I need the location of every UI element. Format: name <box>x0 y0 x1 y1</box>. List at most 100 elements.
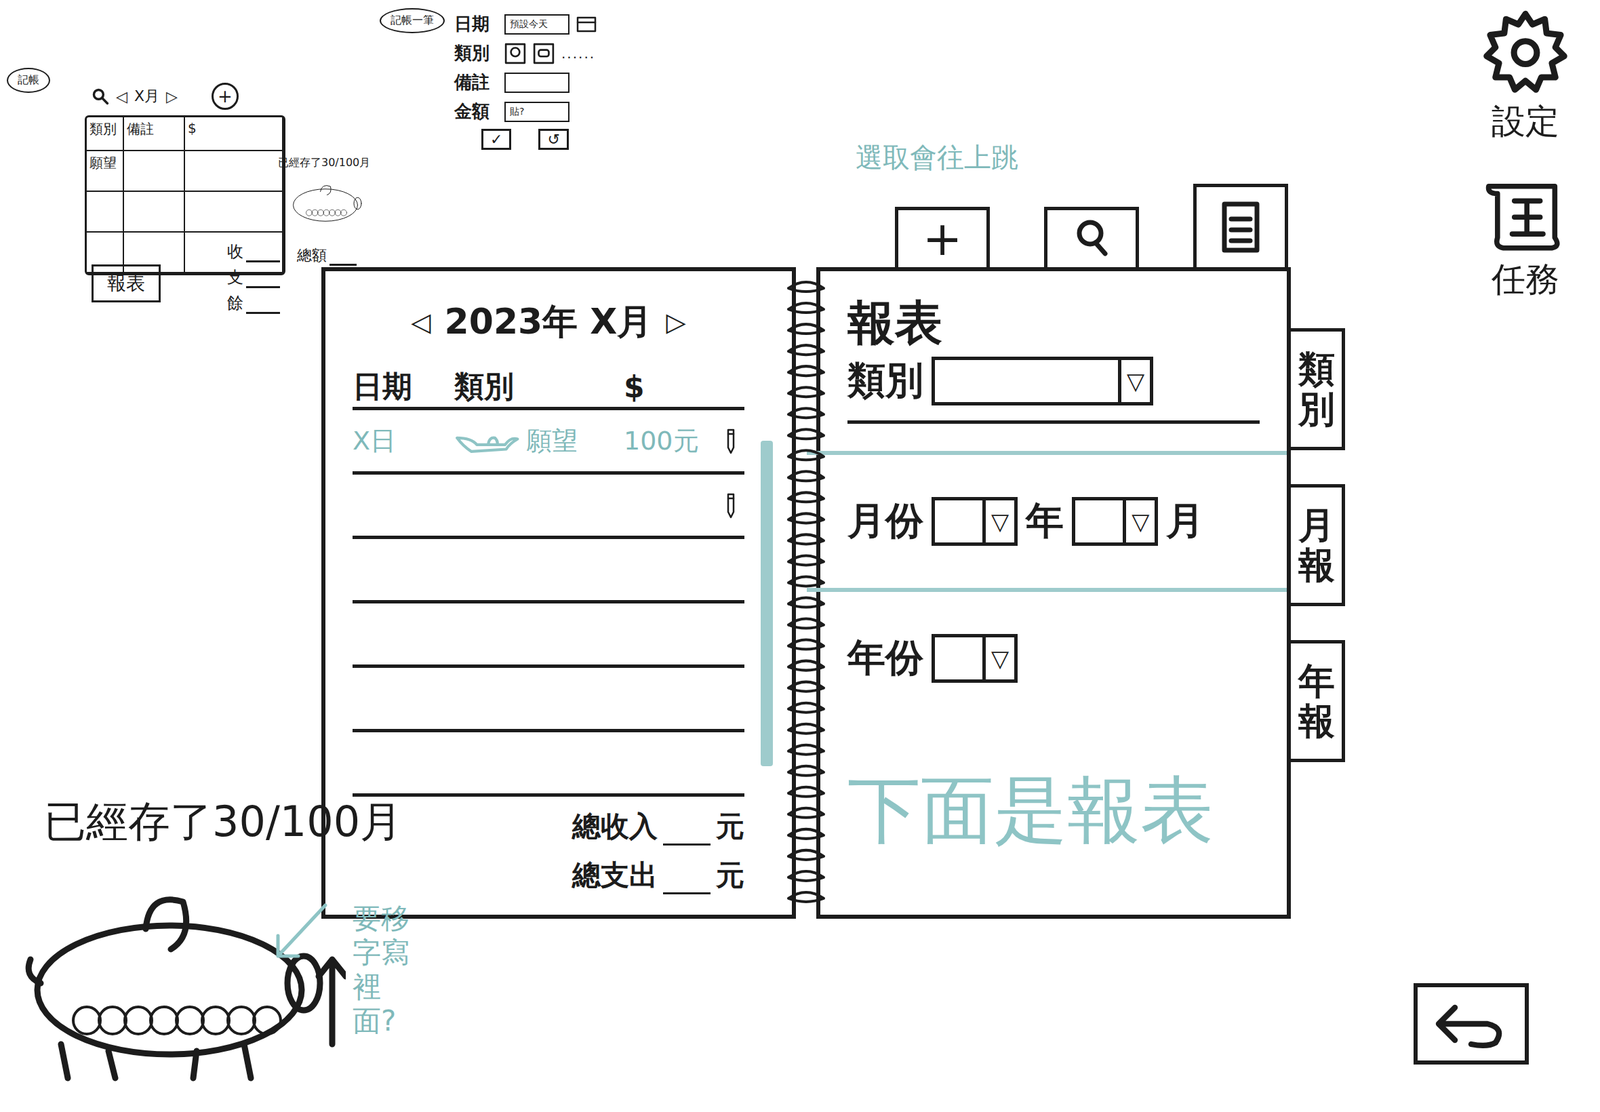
ledger-row[interactable] <box>352 474 745 539</box>
toolbar-tabs: + <box>894 183 1289 268</box>
mini-month: X月 <box>134 86 160 107</box>
form-row: 金額貼? <box>454 99 597 124</box>
spiral-binding <box>785 267 827 922</box>
category-filter: 類別▽ <box>847 355 1260 424</box>
more-indicator: ...... <box>561 45 596 62</box>
category-option-icon[interactable] <box>504 42 527 65</box>
scroll-icon[interactable] <box>1481 178 1570 253</box>
form-row: 備註 <box>454 70 597 95</box>
form-body: 日期預設今天類別......備註金額貼?✓↺ <box>454 12 597 150</box>
piggy-bank-icon <box>20 881 346 1085</box>
pencil-icon[interactable] <box>724 491 738 519</box>
mini-summary-row: 收 <box>227 240 280 263</box>
text-field[interactable] <box>504 72 570 93</box>
mini-cell <box>124 232 186 274</box>
ledger-row[interactable]: X日 願望100元 <box>352 410 745 475</box>
mini-total: 總額 <box>296 245 357 266</box>
ledger-columns: 日期類別$ <box>352 366 745 411</box>
calendar-icon[interactable] <box>576 16 597 33</box>
sketch-canvas: 記帳◁X月▷+類別備註$願望已經存了30/100月報表收支餘總額記帳一筆日期預設… <box>0 0 1600 1112</box>
form-badge: 記帳一筆 <box>379 8 445 34</box>
side-menu-label: 任務 <box>1491 256 1560 303</box>
mini-topbar: ◁ X月 ▷ + <box>91 82 239 110</box>
mini-saved-text: 已經存了30/100月 <box>277 155 371 171</box>
mini-cell <box>124 191 186 233</box>
divider <box>806 450 1287 455</box>
cancel-button[interactable]: ↺ <box>538 128 569 150</box>
side-menu-item[interactable]: 任務 <box>1481 178 1570 303</box>
confirm-button[interactable]: ✓ <box>481 128 512 150</box>
year-filter: 年份▽ <box>847 618 1260 698</box>
mini-add-button[interactable]: + <box>211 82 239 110</box>
category-dropdown[interactable]: ▽ <box>931 356 1154 406</box>
back-icon[interactable] <box>1430 995 1512 1053</box>
category-option-icon[interactable] <box>532 42 555 65</box>
totals: 總收入元總支出元 <box>352 807 745 895</box>
month-dropdown[interactable]: ▽ <box>1071 496 1158 546</box>
pig-note: 要移字寫裡面? <box>352 901 422 1039</box>
side-menu-label: 設定 <box>1491 98 1560 145</box>
report-note: 下面是報表 <box>847 761 1260 861</box>
form-label: 金額 <box>454 99 498 124</box>
prev-month-button[interactable]: ◁ <box>410 307 431 337</box>
side-menu-item[interactable]: 設定 <box>1477 6 1573 145</box>
mini-summary-row: 支 <box>227 266 280 289</box>
list-tab[interactable] <box>1193 183 1289 268</box>
ledger-row[interactable] <box>352 667 745 733</box>
lamp-icon <box>454 426 523 455</box>
ledger-row[interactable] <box>352 538 745 604</box>
text-field[interactable]: 貼? <box>504 101 570 123</box>
year-only-dropdown[interactable]: ▽ <box>931 633 1018 683</box>
mini-badge: 記帳 <box>6 67 51 93</box>
ledger-row[interactable] <box>352 603 745 668</box>
search-icon[interactable] <box>91 87 110 106</box>
total-row: 總支出元 <box>572 856 745 895</box>
form-row: 類別...... <box>454 41 597 66</box>
report-page: 報表類別▽月份▽年▽月年份▽下面是報表 <box>816 267 1291 919</box>
ledger-title: 2023年 X月 <box>444 298 653 346</box>
mini-cell: 願望 <box>86 151 125 192</box>
row-date: X日 <box>352 423 455 459</box>
search-icon[interactable] <box>1071 218 1112 259</box>
ledger-header: ◁ 2023年 X月 ▷ <box>352 298 745 346</box>
form-buttons: ✓↺ <box>454 128 597 150</box>
side-tab[interactable]: 年報 <box>1290 640 1346 763</box>
side-tab[interactable]: 月報 <box>1290 484 1346 607</box>
form-label: 日期 <box>454 12 498 36</box>
side-tab[interactable]: 類別 <box>1290 328 1346 451</box>
year-dropdown[interactable]: ▽ <box>931 496 1018 546</box>
row-category: 願望 <box>454 423 624 459</box>
gear-icon[interactable] <box>1477 6 1573 95</box>
mini-next[interactable]: ▷ <box>166 88 178 106</box>
back-button[interactable] <box>1413 983 1529 1065</box>
list-icon[interactable] <box>1220 200 1262 255</box>
mini-summary-row: 餘 <box>227 292 280 314</box>
scrollbar[interactable] <box>760 440 773 767</box>
column-header: 日期 <box>352 366 455 407</box>
mini-summary: 收支餘 <box>227 240 280 314</box>
tabs-note: 選取會往上跳 <box>855 138 1019 177</box>
divider <box>806 587 1287 592</box>
form-row: 日期預設今天 <box>454 12 597 36</box>
column-header: 類別 <box>454 366 624 407</box>
mini-cell <box>185 191 284 233</box>
notebook: ◁2023年 X月▷日期類別$X日 願望100元 總收入元總支出元報表類別▽月份… <box>321 267 1346 922</box>
side-tabs: 類別月報年報 <box>1290 267 1346 922</box>
mini-prev[interactable]: ◁ <box>115 88 128 106</box>
row-amount: 100元 <box>623 423 725 459</box>
mini-report-button[interactable]: 報表 <box>91 264 161 303</box>
mini-column-header: $ <box>185 117 284 152</box>
search-tab[interactable] <box>1044 206 1139 268</box>
add-tab[interactable]: + <box>894 206 990 268</box>
mini-cell <box>86 191 125 233</box>
ledger-row[interactable] <box>352 732 745 797</box>
total-row: 總收入元 <box>572 807 745 846</box>
mini-column-header: 備註 <box>124 117 186 152</box>
pencil-icon[interactable] <box>724 427 738 455</box>
piggy-bank-icon <box>288 176 370 228</box>
date-field[interactable]: 預設今天 <box>504 14 570 35</box>
month-filter: 月份▽年▽月 <box>847 482 1260 561</box>
note-arrow <box>264 901 333 970</box>
next-month-button[interactable]: ▷ <box>665 307 686 337</box>
form-label: 備註 <box>454 70 498 95</box>
